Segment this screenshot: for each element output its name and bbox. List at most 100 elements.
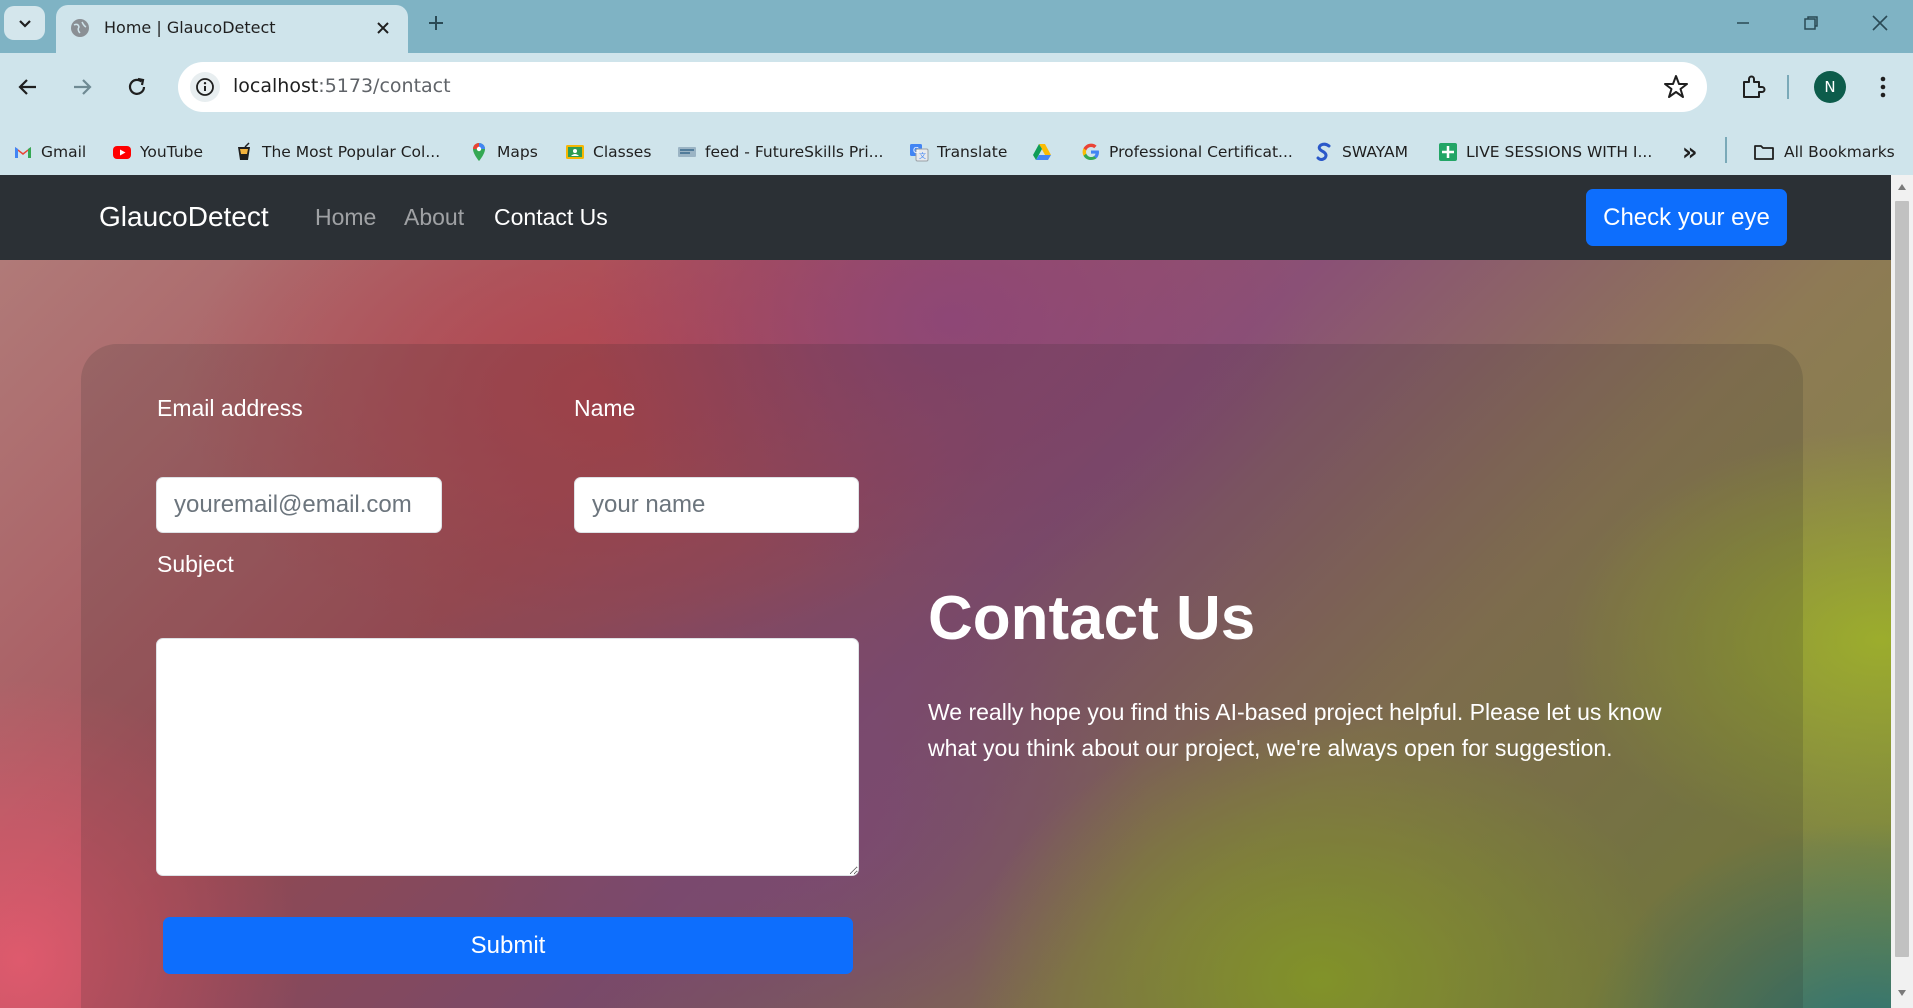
bookmark-youtube[interactable]: YouTube [112, 139, 203, 165]
tab-close-button[interactable] [370, 15, 396, 41]
bookmark-label: Gmail [41, 143, 87, 161]
tab-title: Home | GlaucoDetect [104, 18, 276, 37]
window-close-button[interactable] [1855, 6, 1905, 40]
contact-card: Email address Name Subject Submit Contac… [81, 344, 1803, 1008]
forward-button[interactable] [62, 67, 102, 107]
bookmark-maps[interactable]: Maps [469, 139, 538, 165]
bookmark-drive[interactable] [1032, 139, 1052, 165]
bookmark-popular-col[interactable]: The Most Popular Col... [234, 139, 440, 165]
nav-link-about[interactable]: About [404, 204, 464, 231]
email-input[interactable] [156, 477, 442, 533]
google-icon [1082, 143, 1099, 160]
bookmark-translate[interactable]: G文 Translate [909, 139, 1007, 165]
classroom-icon [566, 145, 584, 159]
minimize-button[interactable] [1718, 6, 1768, 40]
more-bookmarks-button[interactable]: » [1682, 138, 1698, 166]
browser-menu-button[interactable] [1868, 67, 1898, 107]
name-input[interactable] [574, 477, 859, 533]
tab-search-button[interactable] [4, 6, 45, 40]
nav-link-contact[interactable]: Contact Us [494, 204, 608, 231]
reload-icon [128, 77, 146, 95]
bookmark-label: Professional Certificat... [1109, 143, 1293, 161]
scroll-thumb[interactable] [1895, 201, 1909, 957]
url-text: localhost:5173/contact [233, 75, 451, 97]
site-navbar: GlaucoDetect Home About Contact Us Check… [0, 175, 1891, 260]
subject-textarea[interactable] [156, 638, 859, 876]
contact-section: Email address Name Subject Submit Contac… [0, 260, 1891, 1008]
name-label: Name [574, 395, 636, 421]
globe-icon [71, 19, 89, 37]
reload-button[interactable] [117, 67, 157, 107]
swayam-icon [1316, 142, 1331, 161]
svg-text:文: 文 [919, 151, 926, 160]
bookmark-swayam[interactable]: SWAYAM [1314, 139, 1408, 165]
submit-button[interactable]: Submit [163, 917, 853, 974]
bookmark-professional-certificate[interactable]: Professional Certificat... [1081, 139, 1293, 165]
subject-label: Subject [157, 551, 234, 577]
browser-tab-strip: Home | GlaucoDetect [0, 0, 1913, 53]
star-icon[interactable] [1663, 74, 1689, 100]
chevron-down-icon [18, 20, 31, 28]
all-bookmarks-button[interactable]: All Bookmarks [1752, 139, 1895, 165]
bookmarks-divider [1725, 137, 1727, 163]
futureskills-icon [678, 147, 696, 157]
all-bookmarks-label: All Bookmarks [1784, 143, 1895, 161]
bookmark-futureskills[interactable]: feed - FutureSkills Pri... [677, 139, 883, 165]
url-host: localhost [233, 75, 319, 97]
arrow-right-icon [74, 79, 92, 95]
check-your-eye-button[interactable]: Check your eye [1586, 189, 1787, 246]
folder-icon [1754, 145, 1774, 160]
translate-icon: G文 [910, 144, 929, 162]
bookmark-live-sessions[interactable]: LIVE SESSIONS WITH I... [1438, 139, 1652, 165]
profile-avatar[interactable]: N [1814, 71, 1846, 103]
bookmark-label: Maps [497, 143, 538, 161]
site-brand[interactable]: GlaucoDetect [99, 201, 269, 233]
restore-button[interactable] [1786, 6, 1836, 40]
maps-icon [473, 143, 485, 161]
more-bookmarks-icon: » [1682, 138, 1698, 166]
sheets-icon [1439, 143, 1457, 161]
new-tab-button[interactable] [420, 7, 452, 39]
scroll-up-arrow[interactable] [1896, 181, 1908, 193]
drink-icon [238, 142, 250, 160]
back-button[interactable] [8, 67, 48, 107]
browser-tab-active[interactable]: Home | GlaucoDetect [56, 5, 408, 53]
restore-icon [1804, 16, 1818, 30]
contact-description: We really hope you find this AI-based pr… [928, 699, 1662, 761]
scroll-down-arrow[interactable] [1896, 987, 1908, 999]
bookmark-gmail[interactable]: Gmail [13, 139, 86, 165]
nav-link-home[interactable]: Home [315, 204, 376, 231]
minimize-icon [1737, 22, 1749, 24]
triangle-down-icon [1898, 990, 1906, 996]
close-icon [1872, 15, 1888, 31]
bookmark-label: LIVE SESSIONS WITH I... [1466, 143, 1653, 161]
info-icon [196, 78, 214, 96]
bookmark-label: Classes [593, 143, 652, 161]
page-viewport: GlaucoDetect Home About Contact Us Check… [0, 175, 1891, 1008]
bookmark-label: SWAYAM [1342, 143, 1408, 161]
toolbar-divider [1787, 75, 1789, 99]
youtube-icon [113, 146, 131, 159]
bookmark-label: Translate [937, 143, 1008, 161]
extensions-button[interactable] [1733, 67, 1773, 107]
plus-icon [429, 16, 443, 30]
bookmark-classes[interactable]: Classes [565, 139, 651, 165]
page-scrollbar[interactable] [1891, 175, 1913, 1008]
gmail-icon [15, 147, 31, 158]
drive-icon [1033, 144, 1051, 160]
browser-toolbar: localhost:5173/contact N Gmail YouTube T… [0, 53, 1913, 175]
address-bar[interactable]: localhost:5173/contact [178, 62, 1707, 112]
arrow-left-icon [18, 79, 36, 95]
site-info-button[interactable] [190, 72, 220, 102]
puzzle-icon [1743, 75, 1766, 98]
bookmark-label: feed - FutureSkills Pri... [705, 143, 884, 161]
bookmark-label: The Most Popular Col... [262, 143, 441, 161]
bookmarks-bar: Gmail YouTube The Most Popular Col... Ma… [0, 125, 1913, 175]
more-vertical-icon [1880, 76, 1886, 98]
close-icon [377, 22, 389, 34]
contact-heading: Contact Us [928, 584, 1256, 653]
url-path: :5173/contact [318, 75, 451, 97]
bookmark-label: YouTube [140, 143, 204, 161]
triangle-up-icon [1898, 184, 1906, 190]
email-label: Email address [157, 395, 303, 421]
